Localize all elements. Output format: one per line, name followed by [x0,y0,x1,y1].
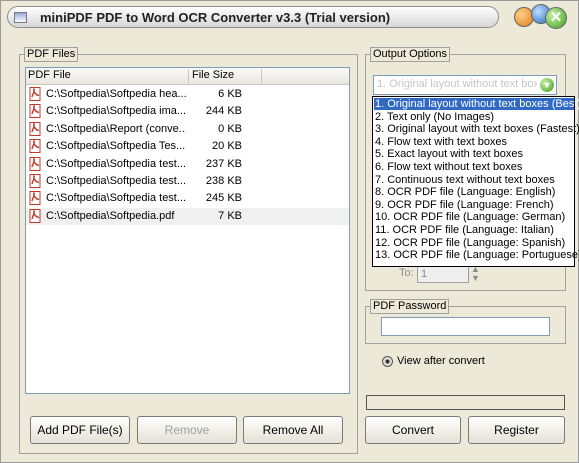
file-size: 238 KB [205,175,242,187]
file-row[interactable]: C:\Softpedia\Softpedia test... 237 KB [26,156,349,173]
column-header-size[interactable]: File Size [192,69,234,81]
column-header-file[interactable]: PDF File [28,69,71,81]
pdf-file-list[interactable]: PDF File File Size C:\Softpedia\Softpedi… [25,67,350,394]
chevron-down-icon[interactable]: ▼ [540,78,554,92]
file-name: C:\Softpedia\Softpedia test... [46,157,186,170]
convert-button[interactable]: Convert [365,416,461,444]
app-window: miniPDF PDF to Word OCR Converter v3.3 (… [0,0,579,463]
pdf-password-legend: PDF Password [370,299,450,314]
pdf-file-icon [29,208,41,223]
dropdown-option[interactable]: 4. Flow text with text boxes [374,136,574,148]
app-icon [14,12,27,23]
conversion-progress-bar [366,395,565,410]
dropdown-option[interactable]: 9. OCR PDF file (Language: French) [374,199,574,211]
dropdown-option[interactable]: 2. Text only (No Images) [374,111,574,123]
dropdown-option[interactable]: 7. Continuous text without text boxes [374,174,574,186]
file-row[interactable]: C:\Softpedia\Softpedia Tes... 20 KB [26,138,349,155]
file-row[interactable]: C:\Softpedia\Softpedia hea... 6 KB [26,86,349,103]
pdf-file-icon [29,87,41,101]
file-size: 245 KB [205,192,242,205]
view-after-convert-radio[interactable] [382,356,393,367]
add-pdf-files-button[interactable]: Add PDF File(s) [30,416,130,444]
file-row[interactable]: C:\Softpedia\Report (conve... 0 KB [26,121,349,138]
pdf-file-icon [29,174,41,188]
remove-all-button[interactable]: Remove All [243,416,343,444]
dropdown-option[interactable]: 8. OCR PDF file (Language: English) [374,186,574,198]
output-mode-value: 1. Original layout without text boxes [377,78,537,90]
file-size: 237 KB [205,157,242,170]
file-name: C:\Softpedia\Softpedia hea... [46,88,186,100]
column-separator[interactable] [188,69,189,83]
column-separator[interactable] [261,69,262,83]
dropdown-option[interactable]: 5. Exact layout with text boxes [374,148,574,160]
close-button[interactable]: ✕ [545,7,567,29]
to-page-label: To: [399,267,414,279]
file-name: C:\Softpedia\Report (conve... [46,122,186,135]
pdf-file-icon [29,191,41,206]
title-pill: miniPDF PDF to Word OCR Converter v3.3 (… [7,6,499,28]
pdf-file-icon [29,104,41,119]
file-size: 244 KB [205,105,242,118]
file-size: 0 KB [218,122,242,135]
dropdown-option[interactable]: 12. OCR PDF file (Language: Spanish) [374,237,574,249]
pdf-files-legend: PDF Files [24,47,79,62]
file-row[interactable]: C:\Softpedia\Softpedia ima... 244 KB [26,103,349,120]
file-name: C:\Softpedia\Softpedia test... [46,192,186,205]
dropdown-option[interactable]: 1. Original layout without text boxes (B… [374,98,579,110]
list-header: PDF File File Size [26,68,349,85]
file-name: C:\Softpedia\Softpedia.pdf [46,209,175,222]
view-after-convert-label[interactable]: View after convert [397,355,485,367]
dropdown-option[interactable]: 13. OCR PDF file (Language: Portuguese) [374,249,579,261]
file-name: C:\Softpedia\Softpedia Tes... [46,140,186,153]
file-size: 20 KB [212,140,242,153]
dropdown-option[interactable]: 3. Original layout with text boxes (Fast… [374,123,579,135]
to-page-input[interactable]: 1 [417,265,469,283]
to-page-spinner[interactable]: ▲ ▼ [471,265,483,283]
pdf-file-icon [29,121,41,136]
pdf-file-icon [29,156,41,171]
file-name: C:\Softpedia\Softpedia ima... [46,105,186,118]
dropdown-option[interactable]: 10. OCR PDF file (Language: German) [374,211,574,223]
file-name: C:\Softpedia\Softpedia test... [46,175,186,187]
file-size: 7 KB [218,209,242,222]
output-options-legend: Output Options [370,47,450,62]
remove-button[interactable]: Remove [137,416,237,444]
file-row[interactable]: C:\Softpedia\Softpedia.pdf 7 KB [26,207,349,225]
dropdown-option[interactable]: 6. Flow text without text boxes [374,161,574,173]
dropdown-option[interactable]: 11. OCR PDF file (Language: Italian) [374,224,574,236]
pdf-password-input[interactable] [381,317,550,336]
register-button[interactable]: Register [468,416,565,444]
file-row[interactable]: C:\Softpedia\Softpedia test... 245 KB [26,190,349,207]
title-bar[interactable]: miniPDF PDF to Word OCR Converter v3.3 (… [1,1,578,35]
output-mode-dropdown[interactable]: 1. Original layout without text boxes (B… [372,96,579,267]
file-row[interactable]: C:\Softpedia\Softpedia test... 238 KB [26,173,349,190]
pdf-file-icon [29,139,41,154]
file-size: 6 KB [218,88,242,100]
window-title: miniPDF PDF to Word OCR Converter v3.3 (… [40,10,391,25]
output-mode-select[interactable]: 1. Original layout without text boxes ▼ [373,75,557,95]
